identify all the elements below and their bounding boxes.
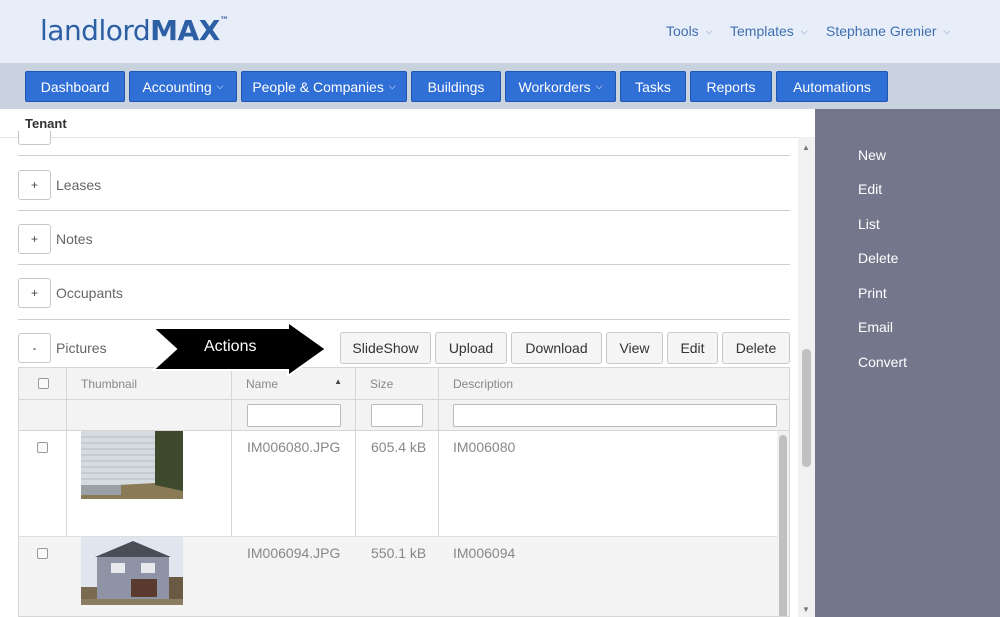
nav-reports-button[interactable]: Reports <box>690 71 772 102</box>
nav-tasks-button[interactable]: Tasks <box>620 71 686 102</box>
size-filter-input[interactable] <box>371 404 423 427</box>
nav-label: Accounting <box>142 78 212 95</box>
pictures-section-label: Pictures <box>56 340 107 356</box>
delete-button[interactable]: Delete <box>722 332 790 364</box>
templates-menu[interactable]: Templates ⌵ <box>730 23 808 39</box>
leases-section-label: Leases <box>56 177 102 193</box>
divider <box>0 137 815 138</box>
nav-label: Tasks <box>635 78 671 95</box>
side-list-link[interactable]: List <box>858 216 880 232</box>
section-divider <box>18 264 790 265</box>
page-scrollbar-thumb[interactable] <box>802 349 811 467</box>
app-header: landlordMAX™ Tools ⌵ Templates ⌵ Stephan… <box>0 0 1000 63</box>
table-row[interactable]: IM006094.JPG 550.1 kB IM006094 <box>19 537 777 616</box>
upload-button[interactable]: Upload <box>435 332 507 364</box>
actions-callout: Actions <box>150 320 328 381</box>
scroll-down-icon[interactable]: ▼ <box>802 605 810 614</box>
scroll-up-icon[interactable]: ▲ <box>802 143 810 152</box>
page-scrollbar[interactable]: ▲ ▼ <box>798 137 815 617</box>
picture-name: IM006094.JPG <box>247 545 341 561</box>
occupants-toggle-button[interactable]: + <box>18 278 51 308</box>
chevron-down-icon: ⌵ <box>595 81 603 91</box>
section-divider <box>18 319 790 320</box>
logo-text-bold: MAX <box>150 14 220 47</box>
side-new-link[interactable]: New <box>858 147 886 163</box>
table-scrollbar-thumb[interactable] <box>779 435 787 616</box>
occupants-section-label: Occupants <box>56 285 123 301</box>
side-convert-link[interactable]: Convert <box>858 354 907 370</box>
thumbnail-image[interactable] <box>81 431 183 499</box>
picture-size: 605.4 kB <box>371 439 427 455</box>
filter-row <box>19 400 789 431</box>
nav-buildings-button[interactable]: Buildings <box>411 71 501 102</box>
view-button[interactable]: View <box>606 332 663 364</box>
user-menu[interactable]: Stephane Grenier ⌵ <box>826 23 950 39</box>
table-scrollbar[interactable] <box>777 431 789 616</box>
nav-dashboard-button[interactable]: Dashboard <box>25 71 125 102</box>
section-divider <box>18 155 790 156</box>
section-divider <box>18 210 790 211</box>
side-delete-link[interactable]: Delete <box>858 250 898 266</box>
picture-description: IM006094 <box>453 545 516 561</box>
chevron-down-icon: ⌵ <box>216 81 224 91</box>
actions-side-panel: New Edit List Delete Print Email Convert <box>815 109 1000 617</box>
house-siding-photo <box>81 431 183 499</box>
nav-automations-button[interactable]: Automations <box>776 71 888 102</box>
nav-label: Reports <box>706 78 756 95</box>
slideshow-button[interactable]: SlideShow <box>340 332 431 364</box>
row-checkbox[interactable] <box>37 548 48 559</box>
row-checkbox[interactable] <box>37 442 48 453</box>
column-header-size[interactable]: Size <box>356 368 439 400</box>
main-navbar: Dashboard Accounting ⌵ People & Companies… <box>0 63 1000 109</box>
app-logo[interactable]: landlordMAX™ <box>40 14 229 47</box>
side-email-link[interactable]: Email <box>858 319 893 335</box>
tools-menu[interactable]: Tools ⌵ <box>666 23 713 39</box>
nav-label: Buildings <box>427 78 485 95</box>
edit-button[interactable]: Edit <box>667 332 718 364</box>
thumbnail-image[interactable] <box>81 537 183 605</box>
pictures-toggle-button[interactable]: - <box>18 333 51 363</box>
nav-people-companies-button[interactable]: People & Companies ⌵ <box>241 71 407 102</box>
main-content: Tenant + Leases + Notes + Occupants - Pi… <box>0 109 815 617</box>
picture-name: IM006080.JPG <box>247 439 341 455</box>
callout-label: Actions <box>204 338 257 355</box>
nav-label: Automations <box>793 78 871 95</box>
picture-description: IM006080 <box>453 439 516 455</box>
select-all-checkbox[interactable] <box>37 378 49 389</box>
notes-toggle-button[interactable]: + <box>18 224 51 254</box>
notes-section-label: Notes <box>56 231 93 247</box>
download-button[interactable]: Download <box>511 332 602 364</box>
pictures-table: Thumbnail Name ▲ Size Description IM0060… <box>18 367 790 617</box>
side-print-link[interactable]: Print <box>858 285 887 301</box>
side-edit-link[interactable]: Edit <box>858 181 882 197</box>
chevron-down-icon: ⌵ <box>388 81 396 91</box>
tools-menu-label: Tools <box>666 23 699 39</box>
house-exterior-photo <box>81 537 183 605</box>
chevron-down-icon: ⌵ <box>800 25 808 36</box>
chevron-down-icon: ⌵ <box>943 25 951 36</box>
page-title: Tenant <box>25 116 67 131</box>
select-all-header <box>19 368 67 400</box>
nav-accounting-button[interactable]: Accounting ⌵ <box>129 71 237 102</box>
description-filter-input[interactable] <box>453 404 777 427</box>
logo-trademark: ™ <box>219 16 229 26</box>
picture-size: 550.1 kB <box>371 545 427 561</box>
nav-label: Dashboard <box>40 78 110 95</box>
collapsed-section-toggle[interactable] <box>18 131 51 145</box>
column-header-description[interactable]: Description <box>439 368 789 400</box>
logo-text: landlord <box>40 14 151 47</box>
templates-menu-label: Templates <box>730 23 794 39</box>
name-filter-input[interactable] <box>247 404 341 427</box>
sort-ascending-icon: ▲ <box>334 377 342 386</box>
chevron-down-icon: ⌵ <box>705 25 713 36</box>
table-row[interactable]: IM006080.JPG 605.4 kB IM006080 <box>19 431 777 537</box>
leases-toggle-button[interactable]: + <box>18 170 51 200</box>
nav-label: Workorders <box>518 78 591 95</box>
user-menu-label: Stephane Grenier <box>826 23 937 39</box>
nav-workorders-button[interactable]: Workorders ⌵ <box>505 71 616 102</box>
nav-label: People & Companies <box>252 78 384 95</box>
